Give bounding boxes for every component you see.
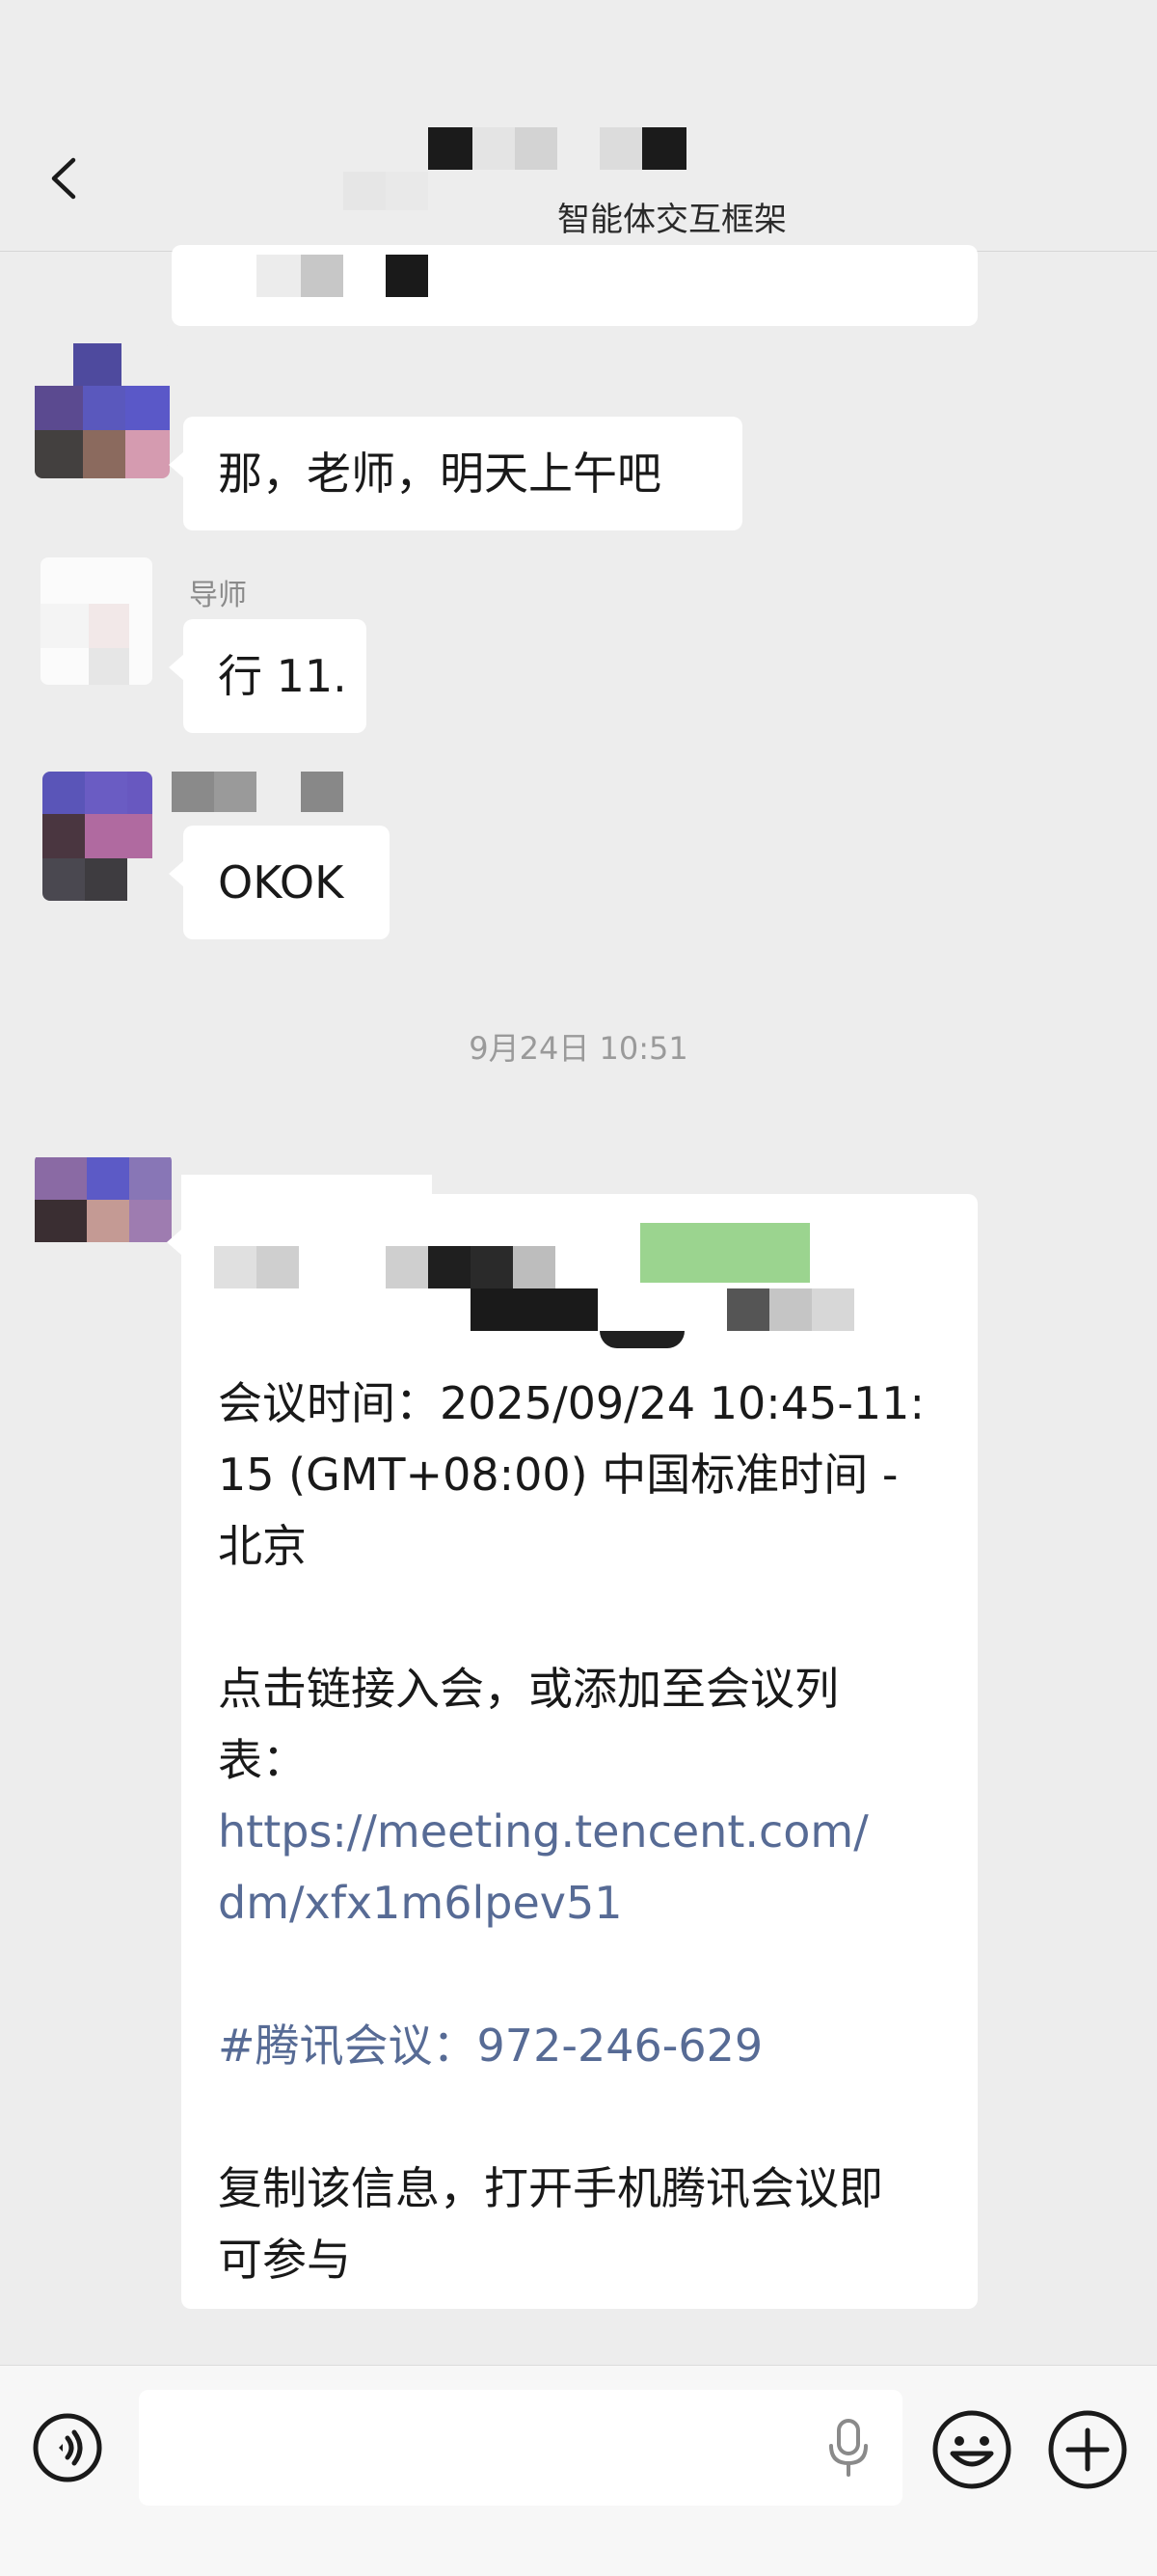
meeting-invite-bubble[interactable]: 会议时间：2025/09/24 10:45-11: 15 (GMT+08:00)… [167,1175,978,2309]
copy-instruction: 复制该信息，打开手机腾讯会议即 [218,2162,883,2214]
join-instruction: 点击链接入会，或添加至会议列 [218,1663,839,1715]
meeting-id-tag[interactable]: #腾讯会议：972-246-629 [218,2010,951,2081]
meeting-time-line: 会议时间：2025/09/24 10:45-11: [218,1377,925,1429]
message-bubble[interactable]: OKOK [169,826,390,939]
message-input[interactable] [139,2390,902,2506]
meeting-link[interactable]: dm/xfx1m6lpev51 [218,1867,951,1939]
back-icon [51,157,76,200]
more-button[interactable] [1045,2407,1130,2492]
avatar[interactable] [35,1153,172,1260]
message-text: 那，老师，明天上午吧 [218,447,661,500]
copy-instruction: 可参与 [218,2234,351,2286]
message-bubble[interactable]: 行 11. [169,619,366,733]
message-text: 行 11. [218,650,347,702]
join-instruction: 表： [218,1734,307,1786]
message-bubble[interactable]: 那，老师，明天上午吧 [169,417,742,530]
emoji-button[interactable] [929,2407,1014,2492]
timestamp: 9月24日 10:51 [469,1030,688,1067]
avatar[interactable] [42,772,152,901]
meeting-time-line: 15 (GMT+08:00) 中国标准时间 - [218,1449,899,1501]
microphone-icon [829,2419,868,2477]
emoji-icon [932,2410,1011,2489]
chat-subtitle: 智能体交互框架 [557,201,787,235]
voice-button[interactable] [29,2409,152,2533]
voice-icon [33,2413,102,2482]
avatar[interactable] [40,557,152,685]
sender-name: 导师 [189,579,247,612]
message-text: OKOK [218,856,344,908]
plus-icon [1048,2410,1127,2489]
avatar[interactable] [35,343,170,478]
meeting-time-line: 北京 [218,1520,307,1572]
meeting-link[interactable]: https://meeting.tencent.com/ [218,1796,951,1867]
microphone-button[interactable] [821,2417,875,2479]
meeting-invite-text: 会议时间：2025/09/24 10:45-11: 15 (GMT+08:00)… [218,1368,951,2295]
chat-header: 智能体交互框架 [0,0,1157,252]
message-bubble-partial[interactable] [172,245,978,326]
back-button[interactable] [42,154,91,203]
